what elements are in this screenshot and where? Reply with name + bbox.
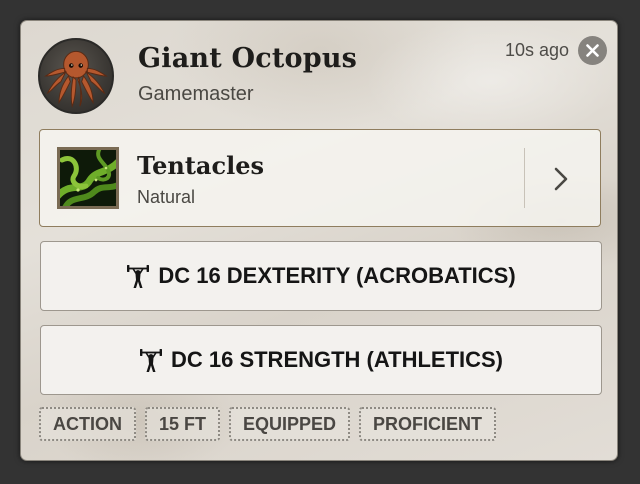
item-divider xyxy=(524,148,525,208)
tag-action: ACTION xyxy=(39,407,136,441)
octopus-avatar[interactable] xyxy=(38,38,114,114)
tag-proficient: PROFICIENT xyxy=(359,407,497,441)
chat-message-card: Giant Octopus Gamemaster 10s ago Tentacl… xyxy=(20,20,618,461)
weightlifter-icon xyxy=(127,265,150,288)
tag-range: 15 FT xyxy=(145,407,221,441)
close-button[interactable] xyxy=(578,36,607,65)
item-tags: ACTION 15 FT EQUIPPED PROFICIENT xyxy=(39,407,497,441)
message-timestamp: 10s ago xyxy=(504,40,569,60)
check-label: DC 16 DEXTERITY (ACROBATICS) xyxy=(158,263,516,288)
strength-check-button[interactable]: DC 16 STRENGTH (ATHLETICS) xyxy=(40,325,602,395)
dexterity-check-button[interactable]: DC 16 DEXTERITY (ACROBATICS) xyxy=(40,241,602,311)
actor-name[interactable]: Giant Octopus xyxy=(138,43,357,74)
check-label: DC 16 STRENGTH (ATHLETICS) xyxy=(170,347,504,372)
expand-item-button[interactable] xyxy=(548,164,574,194)
close-icon xyxy=(586,44,599,57)
actor-role: Gamemaster xyxy=(138,83,254,105)
weightlifter-icon xyxy=(139,349,162,372)
chevron-right-icon xyxy=(554,167,568,191)
item-type: Natural xyxy=(137,187,196,207)
tentacles-icon xyxy=(57,147,119,209)
tag-equipped: EQUIPPED xyxy=(229,407,351,441)
item-card[interactable]: Tentacles Natural xyxy=(39,129,601,227)
item-name: Tentacles xyxy=(137,151,264,180)
